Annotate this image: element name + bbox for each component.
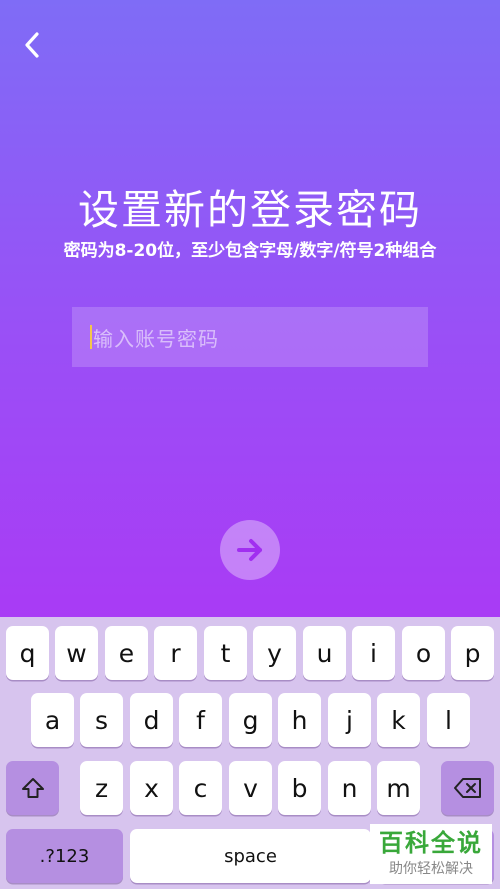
key-n[interactable]: n [328, 761, 371, 815]
chevron-left-icon [25, 32, 39, 58]
password-input[interactable]: 输入账号密码 [72, 307, 428, 367]
arrow-right-icon [237, 539, 262, 561]
key-s[interactable]: s [80, 693, 123, 747]
key-m[interactable]: m [377, 761, 420, 815]
key-z[interactable]: z [80, 761, 123, 815]
key-y[interactable]: y [253, 626, 296, 680]
shift-icon [21, 778, 44, 798]
reset-password-screen: 设置新的登录密码 密码为8-20位，至少包含字母/数字/符号2种组合 输入账号密… [0, 0, 500, 617]
space-key[interactable]: space [130, 829, 371, 883]
key-i[interactable]: i [352, 626, 395, 680]
password-rules-text: 密码为8-20位，至少包含字母/数字/符号2种组合 [63, 241, 437, 261]
numbers-key[interactable]: .?123 [6, 829, 123, 883]
key-h[interactable]: h [278, 693, 321, 747]
key-l[interactable]: l [427, 693, 470, 747]
back-button[interactable] [18, 30, 46, 60]
key-d[interactable]: d [130, 693, 173, 747]
password-placeholder: 输入账号密码 [93, 326, 219, 351]
key-c[interactable]: c [179, 761, 222, 815]
key-f[interactable]: f [179, 693, 222, 747]
backspace-icon [453, 778, 481, 798]
key-b[interactable]: b [278, 761, 321, 815]
key-v[interactable]: v [229, 761, 272, 815]
key-k[interactable]: k [377, 693, 420, 747]
key-g[interactable]: g [229, 693, 272, 747]
watermark-logo: 百科全说 助你轻松解决 [370, 824, 492, 884]
key-p[interactable]: p [451, 626, 494, 680]
watermark-brand: 百科全说 [379, 829, 483, 857]
delete-key[interactable] [441, 761, 494, 815]
key-a[interactable]: a [31, 693, 74, 747]
next-button[interactable] [220, 520, 280, 580]
page-title: 设置新的登录密码 [78, 186, 422, 234]
key-t[interactable]: t [204, 626, 247, 680]
key-w[interactable]: w [55, 626, 98, 680]
watermark-slogan: 助你轻松解决 [389, 861, 473, 877]
key-r[interactable]: r [154, 626, 197, 680]
key-j[interactable]: j [328, 693, 371, 747]
text-caret [90, 325, 92, 349]
key-e[interactable]: e [105, 626, 148, 680]
key-u[interactable]: u [303, 626, 346, 680]
shift-key[interactable] [6, 761, 59, 815]
key-x[interactable]: x [130, 761, 173, 815]
key-q[interactable]: q [6, 626, 49, 680]
key-o[interactable]: o [402, 626, 445, 680]
